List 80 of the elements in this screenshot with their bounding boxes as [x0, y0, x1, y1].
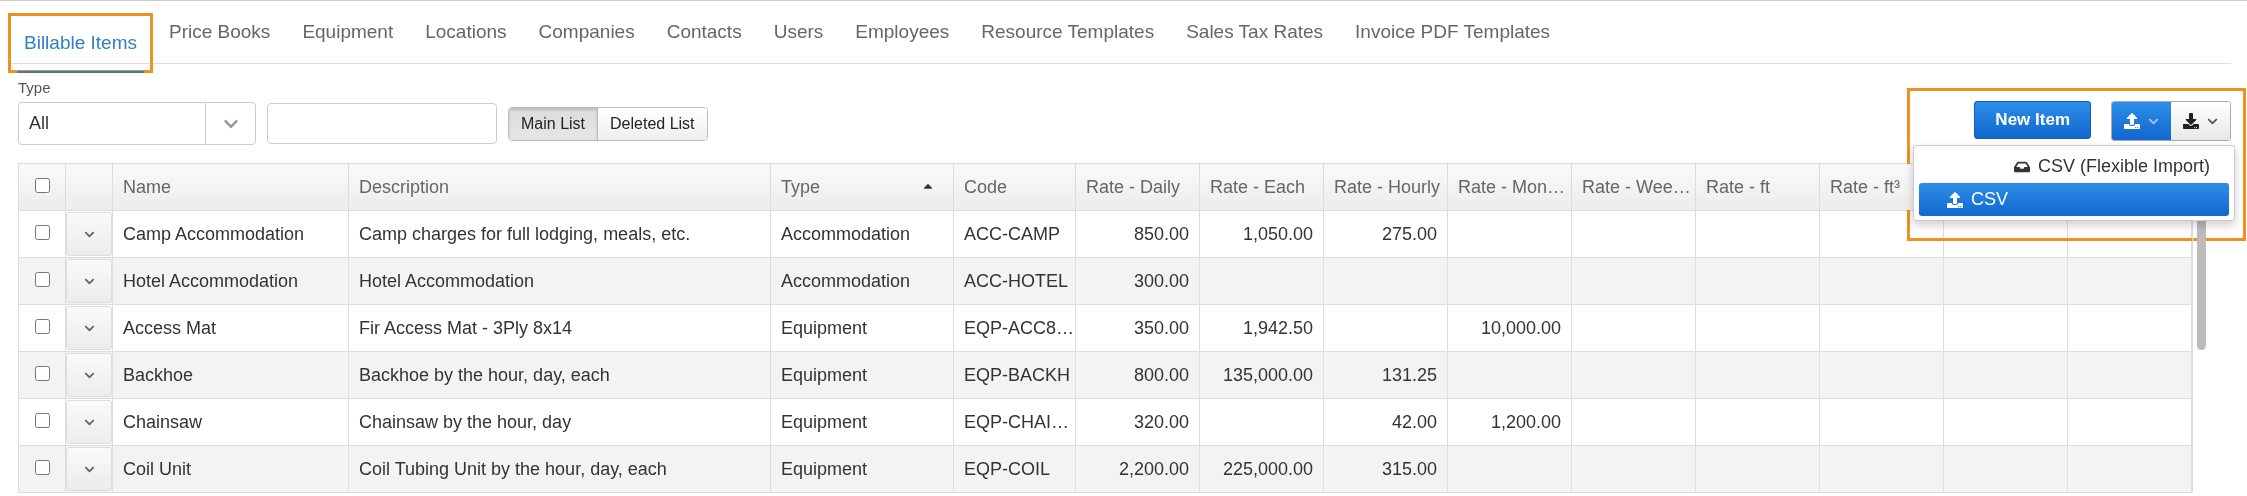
table-cell: Fir Access Mat - 3Ply 8x14: [348, 304, 771, 352]
table-cell: 350.00: [1075, 304, 1200, 352]
upload-icon: [1947, 191, 1963, 208]
table-cell: 225,000.00: [1199, 445, 1324, 493]
table-cell: Chainsaw: [112, 398, 349, 446]
table-cell: Access Mat: [112, 304, 349, 352]
tab[interactable]: Resource Templates: [965, 1, 1171, 63]
export-button[interactable]: [2171, 102, 2230, 140]
table-cell: 10,000.00: [1447, 304, 1572, 352]
table-cell: Camp Accommodation: [112, 210, 349, 258]
tab[interactable]: Users: [757, 1, 840, 63]
tab[interactable]: Employees: [839, 1, 966, 63]
table-cell: Coil Tubing Unit by the hour, day, each: [348, 445, 771, 493]
table-cell: 131.25: [1323, 351, 1448, 399]
column-header[interactable]: Rate - ft: [1695, 163, 1820, 211]
select-all-checkbox[interactable]: [34, 177, 50, 193]
column-header[interactable]: Code: [953, 163, 1076, 211]
table-cell: 850.00: [1075, 210, 1200, 258]
table-cell: Chainsaw by the hour, day: [348, 398, 771, 446]
type-label: Type: [18, 79, 52, 96]
import-button[interactable]: [2112, 102, 2171, 140]
table-cell: 1,942.50: [1199, 304, 1324, 352]
row-checkbox[interactable]: [34, 365, 50, 381]
table-cell: Coil Unit: [112, 445, 349, 493]
table-cell: 800.00: [1075, 351, 1200, 399]
tab[interactable]: Contacts: [650, 1, 758, 63]
table-cell: EQP-COIL: [953, 445, 1076, 493]
tab[interactable]: Price Books: [153, 1, 287, 63]
table-cell: Equipment: [770, 304, 954, 352]
table-cell: Camp charges for full lodging, meals, etc.: [348, 210, 771, 258]
download-icon: [2183, 113, 2199, 129]
tab[interactable]: Invoice PDF Templates: [1339, 1, 1567, 63]
table-cell: Hotel Accommodation: [112, 257, 349, 305]
new-item-button[interactable]: New Item: [1974, 101, 2091, 139]
row-checkbox[interactable]: [34, 412, 50, 428]
row-checkbox[interactable]: [34, 318, 50, 334]
tab[interactable]: Equipment: [286, 1, 410, 63]
list-toggle-button[interactable]: Main List: [509, 107, 598, 140]
row-checkbox[interactable]: [34, 459, 50, 475]
column-header[interactable]: Rate - Each: [1199, 163, 1324, 211]
table-cell: 300.00: [1075, 257, 1200, 305]
table-cell: Accommodation: [770, 210, 954, 258]
table-cell: Hotel Accommodation: [348, 257, 771, 305]
tab[interactable]: Billable Items: [8, 13, 153, 73]
table-cell: 275.00: [1323, 210, 1448, 258]
table-cell: 320.00: [1075, 398, 1200, 446]
table-cell: Equipment: [770, 398, 954, 446]
table-cell: EQP-ACC8…: [953, 304, 1076, 352]
table-cell: EQP-BACKH: [953, 351, 1076, 399]
table-cell: 315.00: [1323, 445, 1448, 493]
table-cell: ACC-HOTEL: [953, 257, 1076, 305]
column-header[interactable]: Name: [112, 163, 349, 211]
table-cell: 135,000.00: [1199, 351, 1324, 399]
tab[interactable]: Locations: [409, 1, 523, 63]
list-toggle-button[interactable]: Deleted List: [597, 107, 707, 140]
table-cell: 1,200.00: [1447, 398, 1572, 446]
row-checkbox[interactable]: [34, 224, 50, 240]
table-cell: EQP-CHAI…: [953, 398, 1076, 446]
table-cell: Equipment: [770, 445, 954, 493]
column-header[interactable]: Type: [770, 163, 954, 211]
tab[interactable]: Companies: [522, 1, 651, 63]
column-header[interactable]: Rate - Daily: [1075, 163, 1200, 211]
menu-item[interactable]: CSV: [1919, 183, 2229, 216]
column-header[interactable]: Rate - Hourly: [1323, 163, 1448, 211]
tab[interactable]: Sales Tax Rates: [1170, 1, 1340, 63]
search-field[interactable]: [267, 103, 497, 144]
table-cell: 2,200.00: [1075, 445, 1200, 493]
upload-icon: [2124, 113, 2140, 129]
column-header[interactable]: Rate - Wee…: [1571, 163, 1696, 211]
table-cell: Equipment: [770, 351, 954, 399]
type-select[interactable]: All: [18, 102, 256, 145]
table-cell: Backhoe by the hour, day, each: [348, 351, 771, 399]
row-checkbox[interactable]: [34, 271, 50, 287]
table-cell: 42.00: [1323, 398, 1448, 446]
table-cell: 1,050.00: [1199, 210, 1324, 258]
column-header[interactable]: Rate - Mon…: [1447, 163, 1572, 211]
table-cell: Backhoe: [112, 351, 349, 399]
table-cell: ACC-CAMP: [953, 210, 1076, 258]
table-cell: Accommodation: [770, 257, 954, 305]
column-header[interactable]: Description: [348, 163, 771, 211]
